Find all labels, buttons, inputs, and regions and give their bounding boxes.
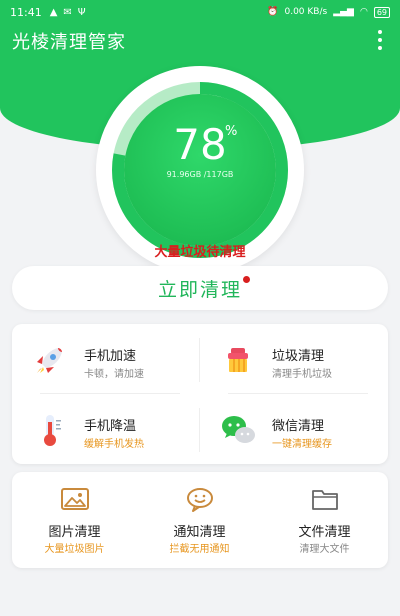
alert-icon: ▲ bbox=[49, 6, 58, 18]
feature-image-clean[interactable]: 图片清理 大量垃圾图片 bbox=[12, 472, 137, 568]
alarm-icon: ⏰ bbox=[267, 7, 279, 17]
status-bar: 11:41 ▲ ✉ Ψ ⏰ 0.00 KB/s ▂▄▆ ◠ 69 bbox=[0, 0, 400, 24]
tool-desc: 缓解手机发热 bbox=[84, 439, 144, 450]
signal-icon: ▂▄▆ bbox=[333, 7, 354, 17]
app-title: 光棱清理管家 bbox=[12, 32, 126, 53]
features-card: 图片清理 大量垃圾图片 通知清理 拦截无用通知 文件清理 清理大文件 bbox=[12, 472, 388, 568]
clean-now-button[interactable]: 立即清理 bbox=[12, 266, 388, 310]
wechat-icon bbox=[222, 416, 255, 443]
feature-notification-clean[interactable]: 通知清理 拦截无用通知 bbox=[137, 472, 262, 568]
tool-name: 手机加速 bbox=[84, 349, 137, 364]
tool-desc: 一键清理缓存 bbox=[272, 439, 332, 450]
tool-junk-clean[interactable]: 垃圾清理 清理手机垃圾 bbox=[200, 324, 388, 394]
usb-icon: Ψ bbox=[77, 6, 86, 18]
rocket-icon bbox=[37, 348, 62, 373]
feature-name: 通知清理 bbox=[173, 525, 226, 540]
status-right-icons: ⏰ 0.00 KB/s ▂▄▆ ◠ 69 bbox=[267, 6, 390, 18]
junk-warning: 大量垃圾待清理 bbox=[154, 245, 246, 260]
tool-wechat-clean[interactable]: 微信清理 一键清理缓存 bbox=[200, 394, 388, 464]
battery-indicator: 69 bbox=[373, 6, 390, 18]
status-time: 11:41 bbox=[10, 5, 42, 19]
network-speed: 0.00 KB/s bbox=[284, 7, 328, 17]
chat-smile-icon bbox=[187, 488, 213, 512]
feature-desc: 大量垃圾图片 bbox=[44, 544, 105, 555]
feature-desc: 清理大文件 bbox=[299, 544, 350, 555]
feature-name: 文件清理 bbox=[298, 525, 351, 540]
thermometer-icon bbox=[44, 415, 61, 446]
mail-icon: ✉ bbox=[63, 6, 72, 18]
tool-name: 微信清理 bbox=[272, 419, 325, 434]
trash-icon bbox=[228, 348, 248, 372]
tool-name: 垃圾清理 bbox=[272, 349, 325, 364]
folder-icon bbox=[312, 490, 338, 510]
more-menu-icon[interactable] bbox=[376, 30, 384, 50]
tools-card: 手机加速 卡顿，请加速 垃圾清理 清理手机垃圾 手机降温 缓解手机发热 微信清理… bbox=[12, 324, 388, 464]
tool-phone-boost[interactable]: 手机加速 卡顿，请加速 bbox=[12, 324, 200, 394]
divider bbox=[199, 408, 200, 452]
divider bbox=[199, 338, 200, 382]
tool-desc: 清理手机垃圾 bbox=[272, 369, 332, 380]
image-icon bbox=[61, 488, 89, 510]
notification-dot bbox=[243, 276, 250, 283]
percent-sign: % bbox=[225, 124, 238, 139]
tool-phone-cool[interactable]: 手机降温 缓解手机发热 bbox=[12, 394, 200, 464]
tool-desc: 卡顿，请加速 bbox=[84, 369, 144, 380]
feature-name: 图片清理 bbox=[48, 525, 101, 540]
feature-desc: 拦截无用通知 bbox=[169, 544, 230, 555]
feature-file-clean[interactable]: 文件清理 清理大文件 bbox=[262, 472, 387, 568]
wifi-icon: ◠ bbox=[359, 7, 368, 17]
storage-usage: 91.96GB /117GB bbox=[166, 170, 234, 179]
status-notification-icons: ▲ ✉ Ψ bbox=[50, 7, 86, 18]
tool-name: 手机降温 bbox=[84, 419, 137, 434]
